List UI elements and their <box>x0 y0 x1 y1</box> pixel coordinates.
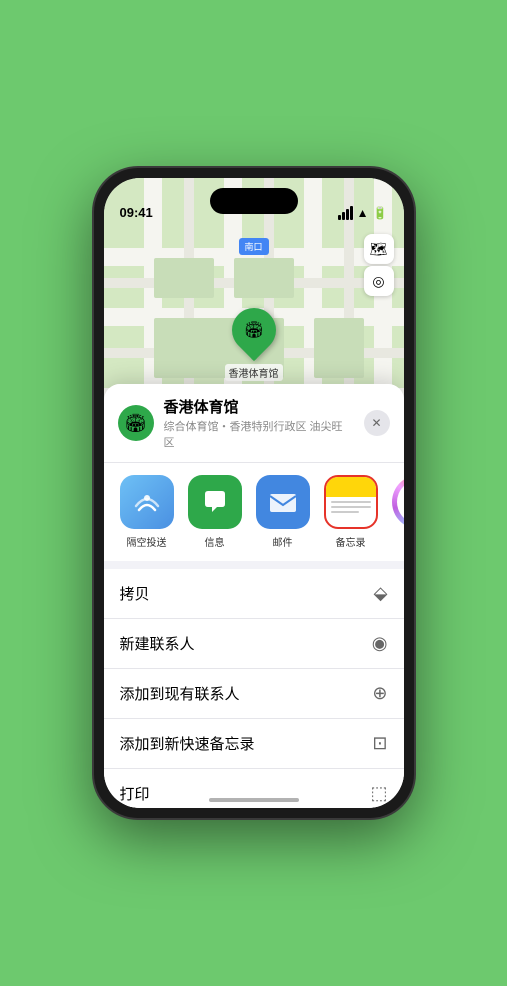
signal-icon <box>338 206 353 220</box>
venue-card: 🏟 香港体育馆 综合体育馆・香港特别行政区 油尖旺区 ✕ <box>104 384 404 463</box>
notes-label: 备忘录 <box>336 534 366 549</box>
action-copy[interactable]: 拷贝 ⬙ <box>104 569 404 619</box>
battery-icon: 🔋 <box>373 206 388 220</box>
action-add-contact[interactable]: 添加到现有联系人 ⊕ <box>104 669 404 719</box>
print-icon: ⬚ <box>370 783 387 804</box>
marker-pin: 🏟 <box>222 299 284 361</box>
wifi-icon: ▲ <box>357 206 369 220</box>
action-quick-note-label: 添加到新快速备忘录 <box>120 733 255 754</box>
venue-icon: 🏟 <box>118 405 154 441</box>
mail-label: 邮件 <box>273 534 293 549</box>
action-quick-note[interactable]: 添加到新快速备忘录 ⊡ <box>104 719 404 769</box>
close-button[interactable]: ✕ <box>364 410 390 436</box>
share-mail[interactable]: 邮件 <box>254 475 312 549</box>
status-icons: ▲ 🔋 <box>338 206 388 220</box>
phone-frame: 09:41 ▲ 🔋 <box>94 168 414 818</box>
action-new-contact[interactable]: 新建联系人 ◉ <box>104 619 404 669</box>
map-controls: 🗺 ◎ <box>364 234 394 296</box>
venue-info: 香港体育馆 综合体育馆・香港特别行政区 油尖旺区 <box>164 396 354 450</box>
action-add-contact-label: 添加到现有联系人 <box>120 683 240 704</box>
action-copy-label: 拷贝 <box>120 583 150 604</box>
action-print[interactable]: 打印 ⬚ <box>104 769 404 808</box>
share-message[interactable]: 信息 <box>186 475 244 549</box>
map-view-button[interactable]: 🗺 <box>364 234 394 264</box>
airdrop-icon <box>120 475 174 529</box>
stadium-marker[interactable]: 🏟 香港体育馆 <box>225 308 283 381</box>
add-contact-icon: ⊕ <box>372 683 387 704</box>
message-label: 信息 <box>205 534 225 549</box>
new-contact-icon: ◉ <box>372 633 388 654</box>
mail-icon <box>256 475 310 529</box>
share-notes[interactable]: 备忘录 <box>322 475 380 549</box>
airdrop-label: 隔空投送 <box>127 534 167 549</box>
dynamic-island <box>210 188 298 214</box>
share-more[interactable]: 推 <box>390 475 404 549</box>
phone-screen: 09:41 ▲ 🔋 <box>104 178 404 808</box>
action-new-contact-label: 新建联系人 <box>120 633 195 654</box>
quick-note-icon: ⊡ <box>372 733 387 754</box>
share-airdrop[interactable]: 隔空投送 <box>118 475 176 549</box>
venue-name: 香港体育馆 <box>164 396 354 417</box>
home-indicator <box>209 798 299 802</box>
location-button[interactable]: ◎ <box>364 266 394 296</box>
action-list: 拷贝 ⬙ 新建联系人 ◉ 添加到现有联系人 ⊕ 添加到新快速备忘录 ⊡ 打印 <box>104 569 404 808</box>
map-label: 南口 <box>238 238 268 255</box>
copy-icon: ⬙ <box>374 583 388 604</box>
venue-subtitle: 综合体育馆・香港特别行政区 油尖旺区 <box>164 418 354 450</box>
share-row: 隔空投送 信息 <box>104 463 404 569</box>
status-time: 09:41 <box>120 205 153 220</box>
bottom-sheet: 🏟 香港体育馆 综合体育馆・香港特别行政区 油尖旺区 ✕ <box>104 384 404 808</box>
marker-label: 香港体育馆 <box>225 364 283 381</box>
message-icon <box>188 475 242 529</box>
action-print-label: 打印 <box>120 783 150 804</box>
